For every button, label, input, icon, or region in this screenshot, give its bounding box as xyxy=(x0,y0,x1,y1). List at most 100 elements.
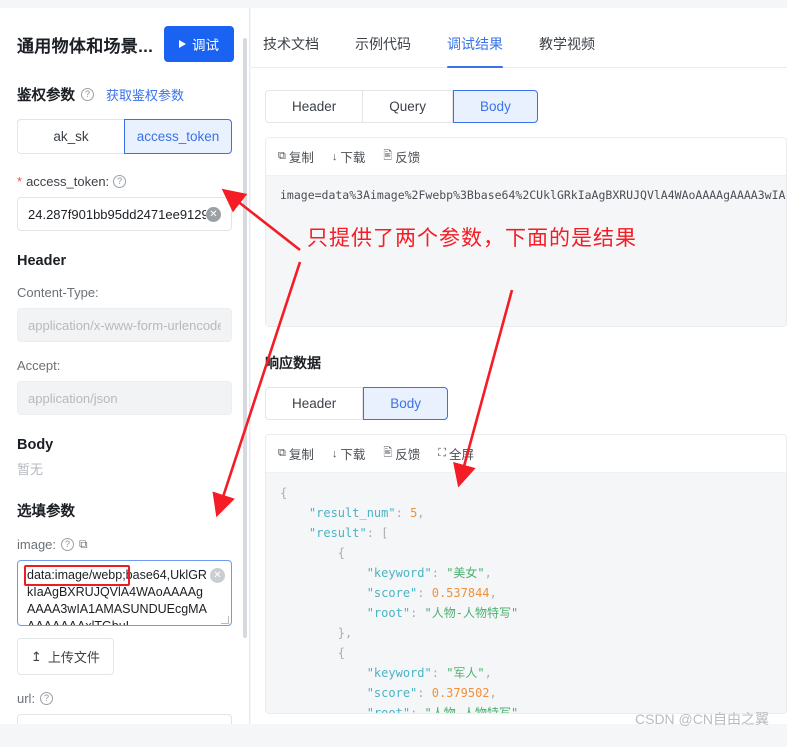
accept-label: Accept: xyxy=(17,358,61,373)
accept-input[interactable]: application/json xyxy=(17,381,232,415)
copy-label: 复制 xyxy=(288,448,314,462)
json-line: "keyword": "军人", xyxy=(366,666,492,680)
required-star: * xyxy=(17,174,23,189)
access-token-label-row: * access_token: ? xyxy=(17,174,234,189)
feedback-icon: 🖹 xyxy=(383,150,393,162)
main-tabs: 技术文档 示例代码 调试结果 教学视频 xyxy=(251,8,787,68)
url-label-row: url: ? xyxy=(17,691,234,706)
json-line: "score": 0.537844, xyxy=(366,586,497,600)
copy-button[interactable]: ⧉ 复制 xyxy=(278,444,314,463)
request-tab-query[interactable]: Query xyxy=(363,90,454,123)
left-panel-scrollbar[interactable] xyxy=(243,38,247,638)
url-input[interactable]: 请输入 xyxy=(17,714,232,724)
header-section-title: Header xyxy=(17,253,67,269)
download-icon: ↓ xyxy=(331,150,338,163)
response-json-viewer: { "result_num": 5, "result": [ { "keywor… xyxy=(266,473,786,713)
play-icon xyxy=(179,40,186,48)
response-toolbar: ⧉ 复制 ↓ 下载 🖹 反馈 ⛶ 全屏 xyxy=(266,435,786,473)
feedback-button[interactable]: 🖹 反馈 xyxy=(383,147,420,166)
request-tab-body[interactable]: Body xyxy=(453,90,538,123)
response-section-tabs: Header Body xyxy=(265,387,449,420)
auth-type-tabs: ak_sk access_token xyxy=(17,119,232,154)
help-icon[interactable]: ? xyxy=(40,692,54,705)
feedback-icon: 🖹 xyxy=(383,447,393,459)
json-line: "score": 0.379502, xyxy=(366,686,497,700)
auth-tab-ak-sk[interactable]: ak_sk xyxy=(17,119,124,154)
image-label: image: xyxy=(17,537,57,552)
response-body-card: ⧉ 复制 ↓ 下载 🖹 反馈 ⛶ 全屏 {"result_num": 5, "… xyxy=(265,434,787,714)
upload-icon: ↥ xyxy=(31,648,42,664)
response-tab-header[interactable]: Header xyxy=(265,387,364,420)
annotation-text: 只提供了两个参数，下面的是结果 xyxy=(307,227,637,250)
upload-file-label: 上传文件 xyxy=(47,650,100,665)
fullscreen-label: 全屏 xyxy=(448,448,474,462)
feedback-label: 反馈 xyxy=(395,151,421,165)
json-line: "result": [ xyxy=(308,526,389,540)
json-line: }, xyxy=(280,626,353,640)
tab-tutorial-video[interactable]: 教学视频 xyxy=(539,34,595,67)
json-line: { xyxy=(280,646,346,660)
response-section-title: 响应数据 xyxy=(265,355,321,371)
image-textarea-value: data:image/webp;base64,UklGRkIaAgBXRUJQV… xyxy=(27,568,207,626)
resize-grip[interactable] xyxy=(221,616,229,624)
json-line: { xyxy=(280,486,288,500)
json-line: { xyxy=(280,546,346,560)
optional-params-title: 选填参数 xyxy=(17,504,75,520)
auth-section-title: 鉴权参数 xyxy=(17,88,75,104)
download-button[interactable]: ↓ 下载 xyxy=(332,147,366,166)
access-token-input[interactable]: 24.287f901bb95dd2471ee9129 ✕ xyxy=(17,197,232,231)
json-line: "keyword": "美女", xyxy=(366,566,492,580)
copy-button[interactable]: ⧉ 复制 xyxy=(278,147,314,166)
content-type-input[interactable]: application/x-www-form-urlencoded xyxy=(17,308,232,342)
help-icon[interactable]: ? xyxy=(81,88,94,101)
url-label: url: xyxy=(17,691,36,706)
json-line: "result_num": 5, xyxy=(308,506,425,520)
tab-debug-result[interactable]: 调试结果 xyxy=(447,34,503,68)
watermark: CSDN @CN自由之翼 xyxy=(635,711,769,727)
result-panel: 技术文档 示例代码 调试结果 教学视频 Header Query Body ⧉ … xyxy=(251,8,787,724)
image-textarea[interactable]: data:image/webp;base64,UklGRkIaAgBXRUJQV… xyxy=(17,560,232,626)
download-label: 下载 xyxy=(340,151,366,165)
copy-icon: ⧉ xyxy=(278,447,286,459)
api-params-panel: 通用物体和场景... 调试 鉴权参数 ? 获取鉴权参数 ak_sk access… xyxy=(0,8,250,724)
help-icon[interactable]: ? xyxy=(61,538,75,551)
copy-icon: ⧉ xyxy=(278,150,286,162)
debug-button[interactable]: 调试 xyxy=(164,26,234,62)
request-toolbar: ⧉ 复制 ↓ 下载 🖹 反馈 xyxy=(266,138,786,176)
auth-section-header: 鉴权参数 ? 获取鉴权参数 xyxy=(17,84,234,105)
request-tab-header[interactable]: Header xyxy=(265,90,364,123)
access-token-value: 24.287f901bb95dd2471ee9129 xyxy=(28,206,206,222)
auth-tab-access-token[interactable]: access_token xyxy=(124,119,232,154)
content-type-label: Content-Type: xyxy=(17,285,99,300)
panel-header: 通用物体和场景... 调试 xyxy=(17,26,234,62)
app-root: 通用物体和场景... 调试 鉴权参数 ? 获取鉴权参数 ak_sk access… xyxy=(0,0,787,747)
help-icon[interactable]: ? xyxy=(113,175,127,188)
copy-label: 复制 xyxy=(288,151,314,165)
fullscreen-icon: ⛶ xyxy=(438,447,446,459)
tab-tech-doc[interactable]: 技术文档 xyxy=(263,34,319,67)
json-line: "root": "人物-人物特写" xyxy=(366,606,519,620)
tab-sample-code[interactable]: 示例代码 xyxy=(355,34,411,67)
top-strip xyxy=(0,0,787,8)
accept-placeholder: application/json xyxy=(28,390,118,406)
body-empty-text: 暂无 xyxy=(17,462,44,477)
upload-file-button[interactable]: ↥ 上传文件 xyxy=(17,638,114,675)
access-token-label: access_token: xyxy=(26,174,110,189)
clear-icon[interactable]: ✕ xyxy=(210,568,225,583)
content-type-placeholder: application/x-www-form-urlencoded xyxy=(28,317,221,333)
body-section-title: Body xyxy=(17,437,54,453)
download-icon: ↓ xyxy=(331,447,338,460)
feedback-label: 反馈 xyxy=(395,448,421,462)
feedback-button[interactable]: 🖹 反馈 xyxy=(383,444,420,463)
download-label: 下载 xyxy=(340,448,366,462)
clear-icon[interactable]: ✕ xyxy=(206,206,221,222)
image-field-label-row: image: ? ⧉ xyxy=(17,537,234,552)
request-section-tabs: Header Query Body xyxy=(265,90,538,123)
debug-button-label: 调试 xyxy=(192,38,219,53)
fullscreen-button[interactable]: ⛶ 全屏 xyxy=(438,444,474,463)
page-title: 通用物体和场景... xyxy=(17,36,154,56)
download-button[interactable]: ↓ 下载 xyxy=(332,444,366,463)
response-tab-body[interactable]: Body xyxy=(363,387,449,420)
get-auth-params-link[interactable]: 获取鉴权参数 xyxy=(106,85,184,104)
copy-icon[interactable]: ⧉ xyxy=(79,537,88,552)
